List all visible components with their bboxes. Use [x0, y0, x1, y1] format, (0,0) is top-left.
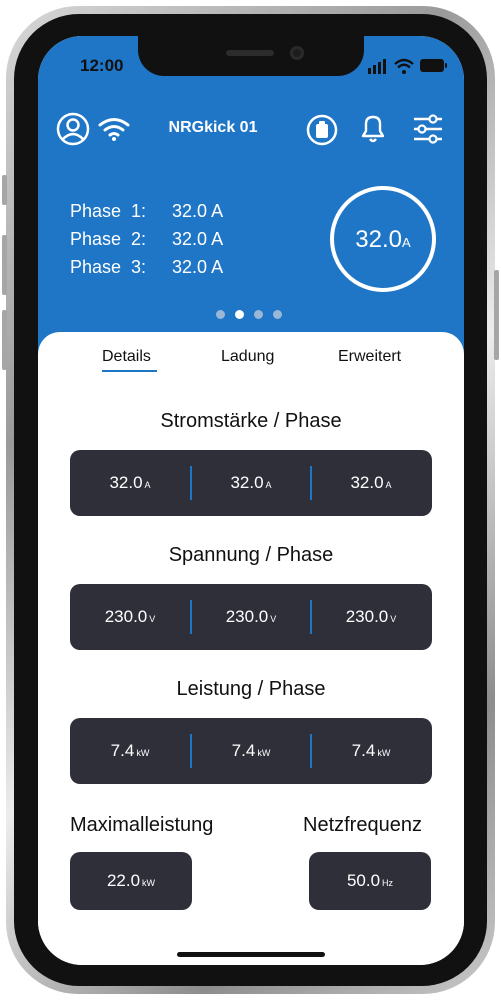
home-indicator[interactable] — [177, 952, 325, 957]
phase-row-3: Phase 3: 32.0 A — [70, 257, 223, 278]
phase-row-2: Phase 2: 32.0 A — [70, 229, 223, 250]
voltage-value: 230.0 — [345, 607, 389, 626]
power-per-phase-title: Leistung / Phase — [176, 678, 326, 700]
current-unit: A — [144, 480, 151, 490]
frequency-panel: 50.0 Hz — [309, 852, 431, 910]
notch — [138, 36, 364, 76]
power-phase-1: 7.4 kW — [70, 718, 190, 784]
header-area: 12:00 NRGkick 01 Phase 1: 32.0 A Phase 2… — [38, 36, 464, 366]
current-unit: A — [385, 480, 392, 490]
voltage-per-phase-title: Spannung / Phase — [168, 544, 334, 566]
status-wifi-icon — [394, 58, 414, 74]
power-unit: kW — [257, 748, 271, 758]
voltage-unit: V — [149, 614, 156, 624]
power-value: 7.4 — [231, 741, 256, 760]
speaker-grille — [226, 50, 274, 56]
voltage-phase-3: 230.0 V — [311, 584, 431, 650]
user-icon[interactable] — [56, 112, 90, 146]
phone-volume-down — [2, 310, 7, 370]
power-unit: kW — [377, 748, 391, 758]
current-phase-1: 32.0 A — [70, 450, 190, 516]
details-sheet: Details Ladung Erweitert Stromstärke / P… — [38, 332, 464, 965]
charger-icon[interactable] — [306, 114, 338, 146]
app-screen: 12:00 NRGkick 01 Phase 1: 32.0 A Phase 2… — [38, 36, 464, 965]
phase-value: 32.0 A — [172, 201, 224, 221]
voltage-per-phase-panel: 230.0 V 230.0 V 230.0 V — [70, 584, 432, 650]
power-per-phase-panel: 7.4 kW 7.4 kW 7.4 kW — [70, 718, 432, 784]
max-power-panel: 22.0 kW — [70, 852, 192, 910]
signal-icon — [368, 59, 386, 74]
voltage-phase-1: 230.0 V — [70, 584, 190, 650]
current-value: 32.0 — [230, 473, 264, 492]
total-current-gauge: 32.0A — [330, 186, 436, 292]
phase-label: Phase — [70, 257, 122, 277]
current-phase-2: 32.0 A — [191, 450, 311, 516]
phase-value: 32.0 A — [172, 257, 224, 277]
phase-number: 2: — [131, 229, 147, 249]
current-phase-3: 32.0 A — [311, 450, 431, 516]
page-dot[interactable] — [273, 310, 282, 319]
current-unit: A — [265, 480, 272, 490]
bell-icon[interactable] — [358, 112, 388, 146]
voltage-unit: V — [270, 614, 277, 624]
frequency-unit: Hz — [382, 878, 394, 888]
power-value: 7.4 — [351, 741, 376, 760]
voltage-phase-2: 230.0 V — [191, 584, 311, 650]
tab-details[interactable]: Details — [102, 348, 151, 366]
page-indicator[interactable] — [216, 310, 288, 320]
page-dot-active[interactable] — [235, 310, 244, 319]
battery-icon — [420, 59, 447, 72]
phase-row-1: Phase 1: 32.0 A — [70, 201, 223, 222]
voltage-value: 230.0 — [104, 607, 148, 626]
phase-value: 32.0 A — [172, 229, 224, 249]
wifi-icon[interactable] — [98, 116, 130, 142]
power-phase-3: 7.4 kW — [311, 718, 431, 784]
max-power-title: Maximalleistung — [70, 814, 214, 836]
phone-power-button — [494, 270, 499, 360]
power-unit: kW — [136, 748, 150, 758]
page-title: NRGkick 01 — [168, 119, 258, 136]
power-phase-2: 7.4 kW — [191, 718, 311, 784]
phone-side-button — [2, 175, 7, 205]
current-per-phase-title: Stromstärke / Phase — [160, 410, 342, 432]
tab-active-underline — [102, 370, 157, 372]
status-time: 12:00 — [80, 56, 124, 75]
power-value: 7.4 — [110, 741, 135, 760]
total-current-value: 32.0 — [355, 226, 403, 253]
settings-sliders-icon[interactable] — [412, 114, 444, 144]
phase-number: 3: — [131, 257, 147, 277]
voltage-unit: V — [390, 614, 397, 624]
max-power-unit: kW — [142, 878, 156, 888]
total-current-readout: 32.0A — [334, 226, 432, 254]
phase-number: 1: — [131, 201, 147, 221]
camera-icon — [290, 46, 304, 60]
voltage-value: 230.0 — [225, 607, 269, 626]
tab-erweitert[interactable]: Erweitert — [338, 348, 401, 366]
max-power-value: 22.0 — [106, 871, 141, 890]
page-dot[interactable] — [216, 310, 225, 319]
frequency-title: Netzfrequenz — [303, 814, 422, 836]
status-icons — [368, 58, 447, 74]
page-dot[interactable] — [254, 310, 263, 319]
phone-volume-up — [2, 235, 7, 295]
current-value: 32.0 — [109, 473, 143, 492]
tab-ladung[interactable]: Ladung — [221, 348, 274, 366]
total-current-unit: A — [402, 235, 411, 250]
current-per-phase-panel: 32.0 A 32.0 A 32.0 A — [70, 450, 432, 516]
current-value: 32.0 — [350, 473, 384, 492]
phase-label: Phase — [70, 229, 122, 249]
phase-label: Phase — [70, 201, 122, 221]
frequency-value: 50.0 — [346, 871, 381, 890]
